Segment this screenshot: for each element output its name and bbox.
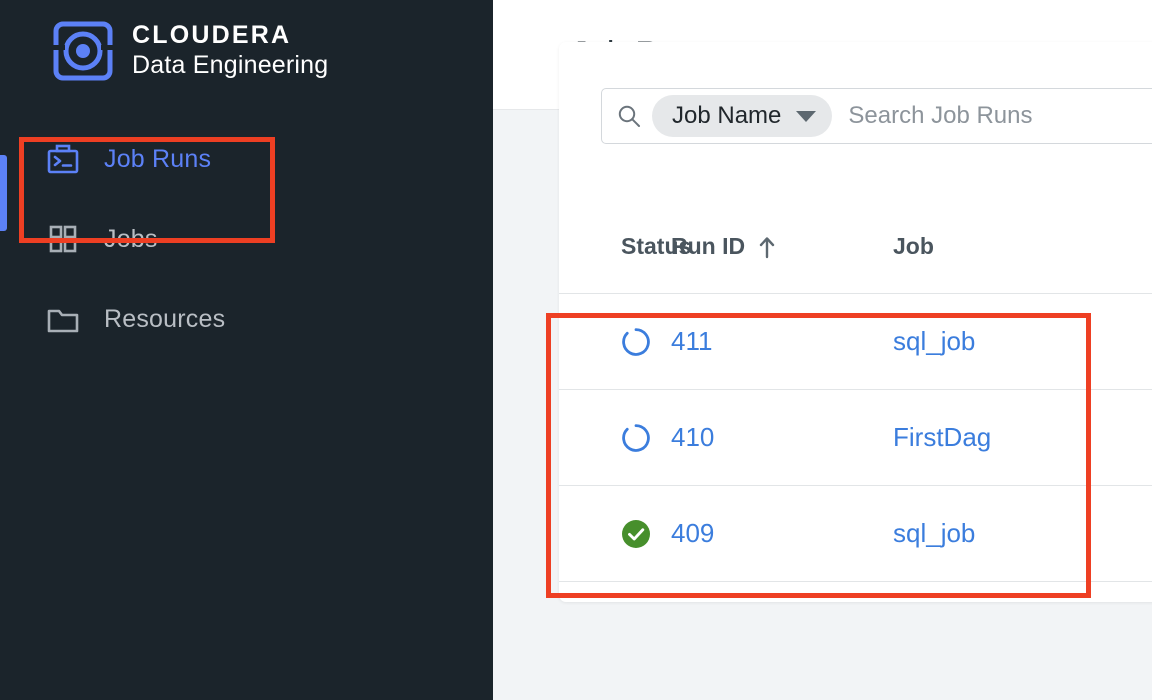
check-circle-icon — [621, 519, 651, 549]
run-id-link[interactable]: 410 — [671, 422, 714, 453]
cell-job[interactable]: sql_job — [893, 518, 1152, 549]
cell-job[interactable]: sql_job — [893, 326, 1152, 357]
run-id-link[interactable]: 411 — [671, 326, 712, 357]
job-link[interactable]: sql_job — [893, 518, 975, 549]
table-header-row: Status Run ID Job — [559, 200, 1152, 294]
search-filter-label: Job Name — [672, 102, 782, 129]
column-label: Job — [893, 233, 934, 259]
app-root: CLOUDERA Data Engineering Job Runs Jobs … — [0, 0, 1152, 700]
search-bar[interactable]: Job Name — [601, 88, 1152, 144]
job-link[interactable]: sql_job — [893, 326, 975, 357]
column-label: Run ID — [671, 233, 746, 259]
brand-text: CLOUDERA Data Engineering — [132, 22, 328, 79]
sidebar-item-job-runs[interactable]: Job Runs — [0, 128, 493, 190]
brand-product: Data Engineering — [132, 50, 329, 79]
cell-run-id[interactable]: 411 — [671, 326, 893, 357]
cell-run-id[interactable]: 410 — [671, 422, 893, 453]
run-id-link[interactable]: 409 — [671, 518, 714, 549]
table-header-job[interactable]: Job — [893, 233, 1152, 260]
cell-run-id[interactable]: 409 — [671, 518, 893, 549]
cell-job[interactable]: FirstDag — [893, 422, 1152, 453]
sidebar-item-label: Resources — [104, 304, 226, 333]
spinner-icon — [621, 423, 651, 453]
table-row[interactable]: 411 sql_job — [559, 294, 1152, 390]
cell-status — [559, 423, 671, 453]
sidebar-item-resources[interactable]: Resources — [0, 288, 493, 350]
table-row[interactable]: 410 FirstDag — [559, 390, 1152, 486]
sidebar-nav: Job Runs Jobs Resources — [0, 128, 493, 350]
main-content: Job Runs Job Name — [493, 0, 1152, 700]
job-runs-terminal-icon — [46, 142, 80, 176]
chevron-down-icon — [796, 110, 817, 122]
sidebar: CLOUDERA Data Engineering Job Runs Jobs … — [0, 0, 493, 700]
search-icon — [616, 103, 642, 129]
sidebar-item-label: Jobs — [104, 224, 158, 253]
job-link[interactable]: FirstDag — [893, 422, 991, 453]
brand: CLOUDERA Data Engineering — [0, 0, 493, 82]
spinner-icon — [621, 327, 651, 357]
folder-icon — [46, 302, 80, 336]
cell-status — [559, 327, 671, 357]
table-header-status[interactable]: Status — [559, 233, 691, 260]
brand-name: CLOUDERA — [132, 21, 292, 50]
arrow-up-icon — [757, 235, 777, 259]
sidebar-item-jobs[interactable]: Jobs — [0, 208, 493, 270]
search-filter-dropdown[interactable]: Job Name — [652, 95, 833, 137]
table-row[interactable]: 409 sql_job — [559, 486, 1152, 582]
cloudera-logo-icon — [52, 20, 114, 82]
job-runs-card: Job Name Status Run ID — [559, 42, 1152, 602]
table-header-run-id[interactable]: Run ID — [671, 233, 893, 260]
job-runs-table: Status Run ID Job 411 sql_job 410 FirstD… — [559, 200, 1152, 582]
cell-status — [559, 519, 671, 549]
grid-icon — [46, 222, 80, 256]
search-input[interactable] — [848, 102, 1109, 130]
sidebar-item-label: Job Runs — [104, 144, 212, 173]
